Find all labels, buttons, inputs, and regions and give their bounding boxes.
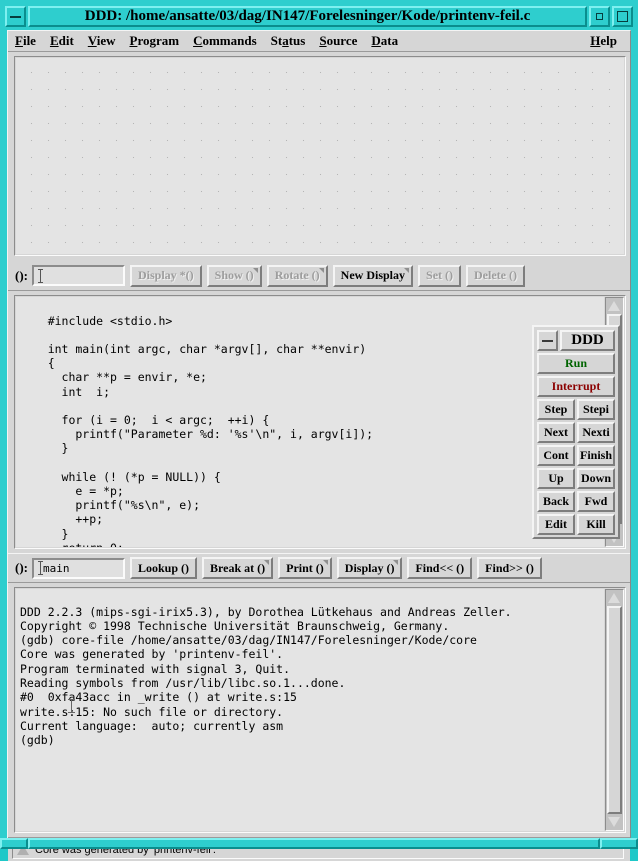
- edit-button[interactable]: Edit: [537, 514, 575, 535]
- interrupt-button[interactable]: Interrupt: [537, 376, 615, 397]
- kill-button[interactable]: Kill: [577, 514, 615, 535]
- minimize-icon: [10, 16, 21, 18]
- menu-status[interactable]: Status: [264, 31, 313, 51]
- command-tool-minimize-button[interactable]: [537, 330, 558, 351]
- menu-source[interactable]: Source: [312, 31, 364, 51]
- gdb-arg-label: ():: [15, 560, 28, 575]
- text-cursor-icon: [38, 561, 43, 575]
- command-tool-title-bar: DDD: [537, 330, 615, 351]
- scrollbar-thumb[interactable]: [607, 606, 622, 814]
- finish-button[interactable]: Finish: [577, 445, 615, 466]
- command-row: Up Down: [537, 468, 615, 489]
- print-button[interactable]: Print (): [278, 557, 332, 579]
- menu-help[interactable]: Help: [583, 31, 624, 51]
- console-vertical-scrollbar[interactable]: [605, 589, 624, 831]
- window-minimize-button[interactable]: [5, 6, 26, 27]
- window-maximize-button[interactable]: [612, 6, 633, 27]
- text-cursor-icon: [38, 268, 43, 283]
- stepi-button[interactable]: Stepi: [577, 399, 615, 420]
- lookup-button[interactable]: Lookup (): [130, 557, 198, 579]
- display-star-button[interactable]: Display *(): [130, 264, 202, 287]
- source-text-area[interactable]: #include <stdio.h> int main(int argc, ch…: [16, 297, 604, 547]
- menu-program[interactable]: Program: [122, 31, 186, 51]
- menu-tack-icon: [318, 267, 324, 273]
- menu-edit[interactable]: Edit: [43, 31, 81, 51]
- menu-view[interactable]: View: [81, 31, 123, 51]
- window-title: DDD: /home/ansatte/03/dag/IN147/Forelesn…: [84, 8, 531, 24]
- display-button[interactable]: Display (): [336, 557, 403, 579]
- new-display-button[interactable]: New Display: [332, 264, 414, 287]
- display-toolbar: (): Display *() Show () Rotate () New Di…: [8, 261, 630, 291]
- nexti-button[interactable]: Nexti: [577, 422, 615, 443]
- gdb-console-output: DDD 2.2.3 (mips-sgi-irix5.3), by Dorothe…: [20, 604, 512, 748]
- menu-tack-icon: [322, 560, 328, 565]
- step-button[interactable]: Step: [537, 399, 575, 420]
- menu-tack-icon: [264, 560, 270, 565]
- console-text-cursor-icon: [68, 699, 75, 713]
- menu-file[interactable]: File: [8, 31, 43, 51]
- command-row: Step Stepi: [537, 399, 615, 420]
- restore-icon: [596, 13, 603, 20]
- data-display-canvas[interactable]: [16, 58, 624, 254]
- gdb-console-text-area[interactable]: DDD 2.2.3 (mips-sgi-irix5.3), by Dorothe…: [16, 589, 604, 831]
- next-button[interactable]: Next: [537, 422, 575, 443]
- find-backward-button[interactable]: Find<< (): [407, 557, 473, 579]
- ddd-command-tool: DDD Run Interrupt Step Stepi Next Nexti …: [532, 325, 620, 539]
- run-button[interactable]: Run: [537, 353, 615, 374]
- source-code: #include <stdio.h> int main(int argc, ch…: [47, 313, 374, 548]
- scroll-up-arrow-icon[interactable]: [608, 301, 620, 311]
- rotate-button[interactable]: Rotate (): [266, 264, 328, 287]
- window-title-container[interactable]: DDD: /home/ansatte/03/dag/IN147/Forelesn…: [28, 6, 587, 27]
- menu-bar: File Edit View Program Commands Status S…: [8, 31, 630, 52]
- cont-button[interactable]: Cont: [537, 445, 575, 466]
- resize-grip-bottom-right[interactable]: [600, 838, 638, 849]
- ddd-main-window: DDD: /home/ansatte/03/dag/IN147/Forelesn…: [0, 0, 638, 861]
- menu-tack-icon: [404, 267, 410, 273]
- client-area: File Edit View Program Commands Status S…: [7, 30, 631, 861]
- find-forward-button[interactable]: Find>> (): [477, 557, 542, 579]
- data-display-panel[interactable]: [14, 56, 626, 256]
- gdb-toolbar: (): main Lookup () Break at () Print () …: [8, 553, 630, 583]
- maximize-icon: [617, 11, 628, 22]
- menu-tack-icon: [252, 267, 258, 273]
- up-button[interactable]: Up: [537, 468, 575, 489]
- resize-grip-bottom[interactable]: [28, 838, 600, 849]
- command-row: Edit Kill: [537, 514, 615, 535]
- display-argument-input[interactable]: [32, 265, 125, 286]
- show-button[interactable]: Show (): [206, 264, 262, 287]
- resize-grip-bottom-left[interactable]: [0, 838, 28, 849]
- down-button[interactable]: Down: [577, 468, 615, 489]
- back-button[interactable]: Back: [537, 491, 575, 512]
- set-button[interactable]: Set (): [418, 264, 462, 287]
- delete-button[interactable]: Delete (): [466, 264, 525, 287]
- gdb-console-panel: DDD 2.2.3 (mips-sgi-irix5.3), by Dorothe…: [14, 587, 626, 833]
- gdb-argument-input[interactable]: main: [32, 557, 125, 579]
- menu-data[interactable]: Data: [364, 31, 405, 51]
- gdb-argument-value: main: [43, 561, 70, 575]
- title-bar: DDD: /home/ansatte/03/dag/IN147/Forelesn…: [5, 5, 633, 28]
- command-row: Next Nexti: [537, 422, 615, 443]
- command-row: Cont Finish: [537, 445, 615, 466]
- scroll-up-arrow-icon[interactable]: [608, 593, 620, 603]
- menu-commands[interactable]: Commands: [186, 31, 264, 51]
- command-row: Back Fwd: [537, 491, 615, 512]
- fwd-button[interactable]: Fwd: [577, 491, 615, 512]
- display-arg-label: ():: [15, 267, 28, 283]
- command-tool-title: DDD: [560, 330, 615, 351]
- scroll-down-arrow-icon[interactable]: [608, 817, 620, 827]
- break-at-button[interactable]: Break at (): [202, 557, 274, 579]
- menu-tack-icon: [393, 560, 399, 565]
- window-restore-button[interactable]: [589, 6, 610, 27]
